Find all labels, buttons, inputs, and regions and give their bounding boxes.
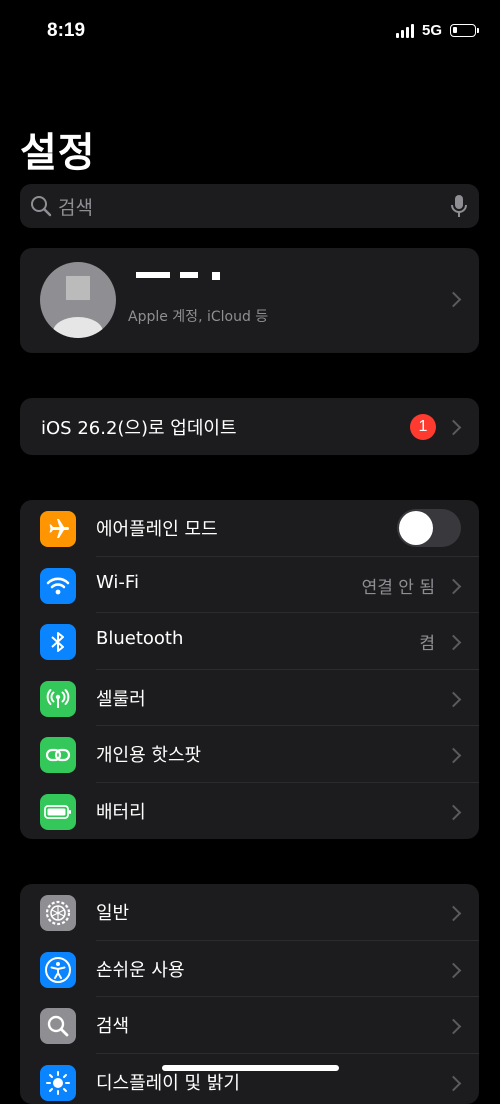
airplane-mode-row[interactable]: 에어플레인 모드 xyxy=(20,500,479,557)
hotspot-label: 개인용 핫스팟 xyxy=(96,741,201,767)
wifi-status: 연결 안 됨 xyxy=(362,573,435,598)
bluetooth-label: Bluetooth xyxy=(96,628,183,649)
home-indicator[interactable] xyxy=(162,1065,339,1071)
battery-icon xyxy=(40,794,76,830)
apple-account-card[interactable]: Apple 계정, iCloud 등 xyxy=(20,248,479,353)
wifi-icon xyxy=(40,568,76,604)
accessibility-row[interactable]: 손쉬운 사용 xyxy=(20,941,479,998)
search-placeholder[interactable]: 검색 xyxy=(58,193,451,220)
bluetooth-row[interactable]: Bluetooth 켬 xyxy=(20,613,479,670)
airplane-mode-label: 에어플레인 모드 xyxy=(96,515,218,541)
chevron-right-icon xyxy=(446,804,462,820)
chevron-right-icon xyxy=(446,292,462,308)
airplane-icon xyxy=(40,511,76,547)
chevron-right-icon xyxy=(446,578,462,594)
wifi-label: Wi-Fi xyxy=(96,572,139,593)
accessibility-icon xyxy=(40,952,76,988)
general-row[interactable]: 일반 xyxy=(20,884,479,941)
microphone-icon[interactable] xyxy=(451,194,467,218)
network-type: 5G xyxy=(422,22,442,39)
accessibility-label: 손쉬운 사용 xyxy=(96,956,185,982)
display-brightness-row[interactable]: 디스플레이 및 밝기 xyxy=(20,1054,479,1104)
signal-icon xyxy=(396,24,414,38)
chevron-right-icon xyxy=(446,691,462,707)
wifi-row[interactable]: Wi-Fi 연결 안 됨 xyxy=(20,557,479,614)
chevron-right-icon xyxy=(446,748,462,764)
hotspot-icon xyxy=(40,737,76,773)
gear-icon xyxy=(40,895,76,931)
brightness-icon xyxy=(40,1065,76,1101)
avatar xyxy=(40,262,116,338)
cellular-icon xyxy=(40,681,76,717)
connectivity-group: 에어플레인 모드 Wi-Fi 연결 안 됨 Bluetooth 켬 xyxy=(20,500,479,839)
hotspot-row[interactable]: 개인용 핫스팟 xyxy=(20,726,479,783)
general-label: 일반 xyxy=(96,899,129,925)
software-update-row[interactable]: iOS 26.2(으)로 업데이트 1 xyxy=(20,398,479,455)
search-icon xyxy=(30,195,52,217)
account-subtitle: Apple 계정, iCloud 등 xyxy=(128,306,268,326)
search-icon xyxy=(40,1008,76,1044)
chevron-right-icon xyxy=(446,906,462,922)
chevron-right-icon xyxy=(446,962,462,978)
airplane-mode-toggle[interactable] xyxy=(397,509,461,547)
battery-status-icon xyxy=(450,24,476,37)
bluetooth-icon xyxy=(40,624,76,660)
cellular-label: 셀룰러 xyxy=(96,685,146,711)
update-label: iOS 26.2(으)로 업데이트 xyxy=(41,414,237,440)
page-title: 설정 xyxy=(20,120,96,178)
battery-label: 배터리 xyxy=(96,798,146,824)
chevron-right-icon xyxy=(446,635,462,651)
search-bar[interactable]: 검색 xyxy=(20,184,479,228)
update-badge: 1 xyxy=(410,414,436,440)
chevron-right-icon xyxy=(446,1019,462,1035)
chevron-right-icon xyxy=(446,420,462,436)
status-bar: 8:19 5G xyxy=(0,0,500,62)
chevron-right-icon xyxy=(446,1075,462,1091)
general-group: 일반 손쉬운 사용 검색 xyxy=(20,884,479,1104)
search-settings-row[interactable]: 검색 xyxy=(20,997,479,1054)
battery-row[interactable]: 배터리 xyxy=(20,783,479,840)
cellular-row[interactable]: 셀룰러 xyxy=(20,670,479,727)
bluetooth-status: 켬 xyxy=(419,629,435,654)
search-settings-label: 검색 xyxy=(96,1012,129,1038)
status-time: 8:19 xyxy=(47,20,85,42)
account-name-redacted xyxy=(128,268,208,294)
